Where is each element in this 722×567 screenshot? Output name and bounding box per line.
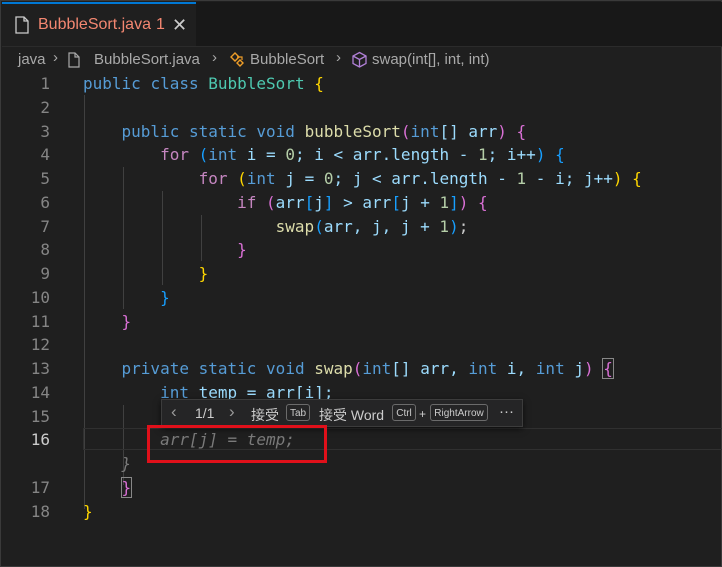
line-number: 3 <box>40 122 50 141</box>
breadcrumb: java › BubbleSort.java › BubbleSort › sw… <box>2 48 722 72</box>
line-number: 2 <box>40 98 50 117</box>
line-number: 6 <box>40 193 50 212</box>
line-number-active: 16 <box>30 430 50 449</box>
code-line: } <box>83 502 93 521</box>
method-icon <box>352 51 367 68</box>
code-editor[interactable]: 1 2 3 4 5 6 7 8 9 10 11 12 13 14 15 16 1… <box>2 73 722 565</box>
line-number: 1 <box>40 74 50 93</box>
key-plus: + <box>419 407 427 421</box>
code-line: } <box>121 312 132 331</box>
chevron-right-icon: › <box>212 49 217 66</box>
suggestion-counter: 1/1 <box>195 405 215 421</box>
problem-count-badge: 1 <box>156 16 165 33</box>
accept-word-button[interactable]: 接受 Word <box>319 405 384 425</box>
line-number: 7 <box>40 217 50 236</box>
code-line: private static void swap(int[] arr, int … <box>121 358 614 379</box>
line-number: 4 <box>40 145 50 164</box>
tab-bar: BubbleSort.java 1 ✕ <box>2 2 722 47</box>
tab-title: BubbleSort.java <box>38 16 151 33</box>
breadcrumb-item-class[interactable]: BubbleSort <box>250 51 324 68</box>
code-line: } <box>198 264 209 283</box>
chevron-right-icon: › <box>53 49 58 66</box>
inline-suggestion-toolbar: ‹ 1/1 › 接受 Tab 接受 Word Ctrl + RightArrow… <box>161 399 523 427</box>
file-icon <box>68 52 80 68</box>
more-actions-icon[interactable]: ··· <box>499 403 514 420</box>
code-line: for (int j = 0; j < arr.length - 1 - i; … <box>198 169 642 188</box>
line-number: 11 <box>30 312 50 331</box>
line-number: 10 <box>30 288 50 307</box>
line-number: 17 <box>30 478 50 497</box>
breadcrumb-item-method[interactable]: swap(int[], int, int) <box>372 51 490 68</box>
code-line: public static void bubbleSort(int[] arr)… <box>121 122 527 141</box>
code-line: } <box>120 477 133 498</box>
line-number: 13 <box>30 359 50 378</box>
code-line: for (int i = 0; i < arr.length - 1; i++)… <box>160 145 565 164</box>
accept-button[interactable]: 接受 <box>251 405 279 425</box>
next-suggestion-button[interactable]: › <box>229 402 235 422</box>
breadcrumb-item-java[interactable]: java <box>18 51 46 68</box>
ctrl-keybinding: Ctrl <box>392 404 416 421</box>
ghost-suggestion-line: } <box>121 454 132 473</box>
code-line: } <box>160 288 170 307</box>
class-icon <box>230 52 244 67</box>
line-number: 15 <box>30 407 50 426</box>
close-icon[interactable]: ✕ <box>172 15 187 36</box>
code-line: public class BubbleSort { <box>83 74 324 93</box>
line-number: 5 <box>40 169 50 188</box>
line-number: 14 <box>30 383 50 402</box>
code-line: if (arr[j] > arr[j + 1]) { <box>237 193 488 212</box>
editor-window: BubbleSort.java 1 ✕ java › BubbleSort.ja… <box>0 0 722 567</box>
line-number: 18 <box>30 502 50 521</box>
previous-suggestion-button[interactable]: ‹ <box>171 402 177 422</box>
line-number: 12 <box>30 335 50 354</box>
highlight-annotation-box <box>147 425 327 463</box>
rightarrow-keybinding: RightArrow <box>430 404 488 421</box>
line-number: 8 <box>40 240 50 259</box>
tab-keybinding: Tab <box>286 404 310 421</box>
tab-bubblesort-java[interactable]: BubbleSort.java 1 ✕ <box>2 2 196 46</box>
java-file-icon <box>15 16 29 34</box>
line-number: 9 <box>40 264 50 283</box>
code-line: swap(arr, j, j + 1); <box>275 217 469 236</box>
breadcrumb-item-file[interactable]: BubbleSort.java <box>94 51 200 68</box>
code-line: } <box>237 240 247 259</box>
chevron-right-icon: › <box>336 49 341 66</box>
